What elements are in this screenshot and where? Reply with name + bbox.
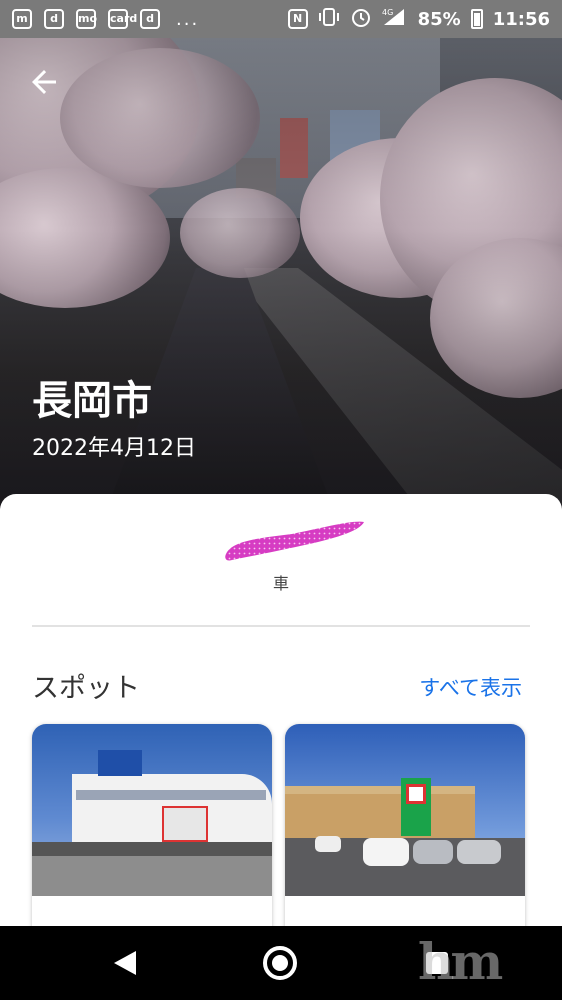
parking-lot (32, 856, 272, 896)
arrow-back-icon (32, 70, 56, 94)
trip-date: 2022年4月12日 (32, 436, 196, 461)
parked-car (413, 840, 453, 864)
mall-windows (76, 790, 266, 800)
parked-car (315, 836, 341, 852)
hero-photo: 長岡市 2022年4月12日 (0, 38, 562, 518)
watermark: hm (418, 932, 503, 991)
page-title: 長岡市 (32, 378, 152, 424)
d-app-icon-2: d (140, 9, 160, 29)
nav-home-button[interactable] (263, 946, 297, 980)
redaction-scribble (225, 521, 364, 561)
spot-photo (285, 724, 525, 896)
svg-text:4G: 4G (382, 8, 393, 17)
spot-card[interactable] (32, 724, 272, 944)
card-app-icon: card (108, 9, 137, 29)
details-sheet: 車 スポット すべて表示 (0, 494, 562, 944)
nfc-icon: N (287, 9, 308, 29)
spots-heading: スポット (32, 673, 140, 704)
divider (32, 625, 530, 627)
vibrate-icon (318, 7, 340, 32)
signal-icon: 4G (382, 7, 408, 32)
transport-mode: 車 (272, 574, 289, 593)
more-notifications-icon: ... (176, 8, 200, 30)
back-button[interactable] (26, 64, 62, 100)
d-app-icon: d (44, 9, 64, 29)
battery-percent: 85% (417, 8, 461, 30)
mobile-app-icon: mo (76, 9, 97, 29)
alarm-icon (350, 6, 372, 33)
status-bar: m d mo card d ... N 4G 85% 11:56 (0, 0, 562, 38)
battery-icon (470, 9, 483, 29)
clock: 11:56 (492, 8, 550, 30)
spot-card[interactable] (285, 724, 525, 944)
parked-car (457, 840, 501, 864)
see-all-link[interactable]: すべて表示 (419, 672, 522, 702)
store-roof (285, 786, 475, 794)
mall-entrance (32, 842, 272, 856)
system-nav-bar: hm (0, 926, 562, 1000)
store-building (285, 790, 475, 838)
store-sign-logo (406, 784, 426, 804)
app-notification-icon: m (12, 9, 32, 29)
parked-car (363, 838, 409, 866)
spot-photo (32, 724, 272, 896)
mall-sign (98, 750, 142, 776)
mall-banner (162, 806, 208, 842)
nav-back-icon[interactable] (112, 949, 138, 977)
